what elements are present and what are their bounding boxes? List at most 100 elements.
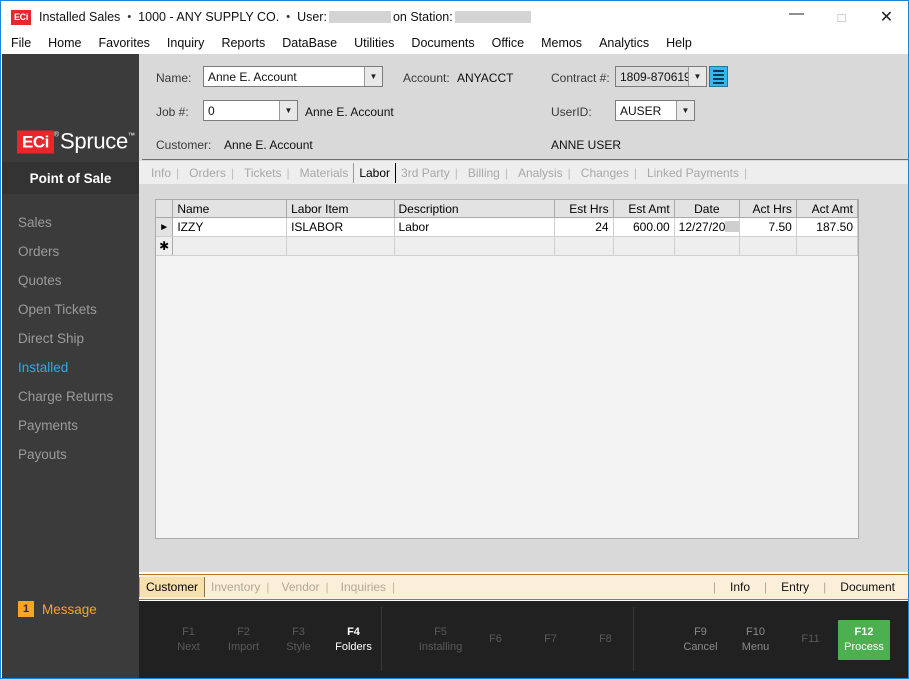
sidebar-item-installed[interactable]: Installed [2, 353, 139, 382]
function-key-f11[interactable]: F11 [783, 632, 838, 647]
close-icon[interactable]: ✕ [864, 2, 908, 32]
cell-name[interactable]: IZZY [172, 217, 288, 237]
function-key-f10[interactable]: F10 Menu [728, 625, 783, 655]
action-document[interactable]: Document [840, 580, 895, 594]
cell-name-empty[interactable] [172, 236, 288, 256]
tab-billing[interactable]: Billing | [463, 163, 513, 183]
cell-est-amt[interactable]: 600.00 [613, 217, 675, 237]
menu-item-analytics[interactable]: Analytics [599, 36, 649, 50]
message-indicator[interactable]: 1 Message [2, 601, 97, 617]
function-key-f5[interactable]: F5 Installing [413, 625, 468, 655]
function-key-f12-process[interactable]: F12 Process [838, 619, 890, 660]
menu-item-reports[interactable]: Reports [221, 36, 265, 50]
function-key-f7[interactable]: F7 [523, 632, 578, 647]
grid-col-date[interactable]: Date [674, 200, 740, 218]
contract-combobox[interactable]: 1809-870619 ▼ [615, 66, 707, 87]
title-user-label: User: [297, 10, 327, 24]
context-tab-customer[interactable]: Customer [139, 577, 206, 597]
grid-col-est-hrs[interactable]: Est Hrs [554, 200, 614, 218]
context-tab-inquiries[interactable]: Inquiries | [335, 577, 401, 597]
grid-col-labor-item[interactable]: Labor Item [286, 200, 395, 218]
new-row-marker-icon[interactable]: ✱ [156, 236, 174, 256]
function-key-f1[interactable]: F1 Next [161, 625, 216, 655]
function-key-f9-label: Cancel [683, 640, 718, 653]
function-key-f8[interactable]: F8 [578, 632, 633, 647]
row-selector-icon[interactable]: ► [156, 217, 174, 237]
job-combobox[interactable]: 0 ▼ [203, 100, 298, 121]
tab-changes[interactable]: Changes | [576, 163, 642, 183]
tab-orders[interactable]: Orders | [184, 163, 239, 183]
sidebar-item-direct-ship[interactable]: Direct Ship [2, 324, 139, 353]
table-row-new[interactable]: ✱ [156, 236, 859, 256]
sidebar-item-quotes[interactable]: Quotes [2, 266, 139, 295]
sidebar-item-charge-returns[interactable]: Charge Returns [2, 382, 139, 411]
list-lines-icon[interactable] [709, 66, 728, 87]
context-tab-inventory[interactable]: Inventory | [205, 577, 275, 597]
function-key-f6[interactable]: F6 [468, 632, 523, 647]
name-combobox[interactable]: Anne E. Account ▼ [203, 66, 383, 87]
function-key-f4[interactable]: F4 Folders [326, 625, 381, 655]
tab-info[interactable]: Info | [146, 163, 184, 183]
minimize-icon[interactable]: — [774, 1, 819, 35]
menu-item-documents[interactable]: Documents [411, 36, 474, 50]
context-tab-vendor[interactable]: Vendor | [276, 577, 335, 597]
tab-materials[interactable]: Materials [295, 163, 354, 183]
grid-col-description[interactable]: Description [394, 200, 555, 218]
menu-item-utilities[interactable]: Utilities [354, 36, 394, 50]
menu-item-database[interactable]: DataBase [282, 36, 337, 50]
menu-item-memos[interactable]: Memos [541, 36, 582, 50]
cell-act-hrs-empty[interactable] [739, 236, 797, 256]
tab-tickets[interactable]: Tickets | [239, 163, 295, 183]
sidebar-item-orders[interactable]: Orders [2, 237, 139, 266]
sidebar-item-sales[interactable]: Sales [2, 208, 139, 237]
context-tab-divider: | [266, 580, 270, 594]
sidebar-item-payments[interactable]: Payments [2, 411, 139, 440]
menu-item-help[interactable]: Help [666, 36, 692, 50]
cell-act-hrs[interactable]: 7.50 [739, 217, 797, 237]
action-entry[interactable]: Entry [781, 580, 809, 594]
cell-est-amt-empty[interactable] [613, 236, 675, 256]
tab-linked-payments[interactable]: Linked Payments | [642, 163, 752, 183]
menu-item-office[interactable]: Office [492, 36, 524, 50]
menu-item-inquiry[interactable]: Inquiry [167, 36, 205, 50]
sidebar-item-payouts[interactable]: Payouts [2, 440, 139, 469]
context-tab-divider: | [392, 580, 396, 594]
cell-date[interactable]: 12/27/20 [674, 217, 740, 237]
main-panel: Name: Anne E. Account ▼ Account: ANYACCT… [139, 54, 908, 572]
trademark-mark-icon: ™ [127, 132, 135, 140]
tab-strip: Info | Orders | Tickets | Materials Labor 3… [139, 161, 908, 184]
sidebar-item-open-tickets[interactable]: Open Tickets [2, 295, 139, 324]
grid-col-act-amt[interactable]: Act Amt [796, 200, 859, 218]
chevron-down-icon[interactable]: ▼ [676, 101, 694, 120]
chevron-down-icon[interactable]: ▼ [688, 67, 706, 86]
menu-item-home[interactable]: Home [48, 36, 81, 50]
tab-labor[interactable]: Labor [353, 162, 397, 183]
cell-labor-item[interactable]: ISLABOR [286, 217, 395, 237]
chevron-down-icon[interactable]: ▼ [364, 67, 382, 86]
cell-act-amt-empty[interactable] [796, 236, 859, 256]
maximize-icon[interactable]: □ [819, 2, 864, 32]
cell-act-amt[interactable]: 187.50 [796, 217, 859, 237]
tab-3rd-party[interactable]: 3rd Party | [396, 163, 463, 183]
cell-est-hrs[interactable]: 24 [554, 217, 614, 237]
function-key-f8-key: F8 [599, 633, 612, 646]
cell-est-hrs-empty[interactable] [554, 236, 614, 256]
menu-item-favorites[interactable]: Favorites [99, 36, 150, 50]
chevron-down-icon[interactable]: ▼ [279, 101, 297, 120]
function-key-f3[interactable]: F3 Style [271, 625, 326, 655]
function-key-f2-key: F2 [237, 625, 250, 638]
grid-col-name[interactable]: Name [172, 200, 288, 218]
cell-labor-item-empty[interactable] [286, 236, 395, 256]
function-key-f2[interactable]: F2 Import [216, 625, 271, 655]
menu-item-file[interactable]: File [11, 36, 31, 50]
grid-col-act-hrs[interactable]: Act Hrs [739, 200, 797, 218]
cell-description[interactable]: Labor [394, 217, 555, 237]
grid-col-est-amt[interactable]: Est Amt [613, 200, 675, 218]
tab-analysis[interactable]: Analysis | [513, 163, 576, 183]
function-key-f9[interactable]: F9 Cancel [673, 625, 728, 655]
userid-combobox[interactable]: AUSER ▼ [615, 100, 695, 121]
cell-date-empty[interactable] [674, 236, 740, 256]
table-row[interactable]: ► IZZY ISLABOR Labor 24 600.00 12/27/20 … [156, 217, 859, 237]
cell-description-empty[interactable] [394, 236, 555, 256]
action-info[interactable]: Info [730, 580, 750, 594]
